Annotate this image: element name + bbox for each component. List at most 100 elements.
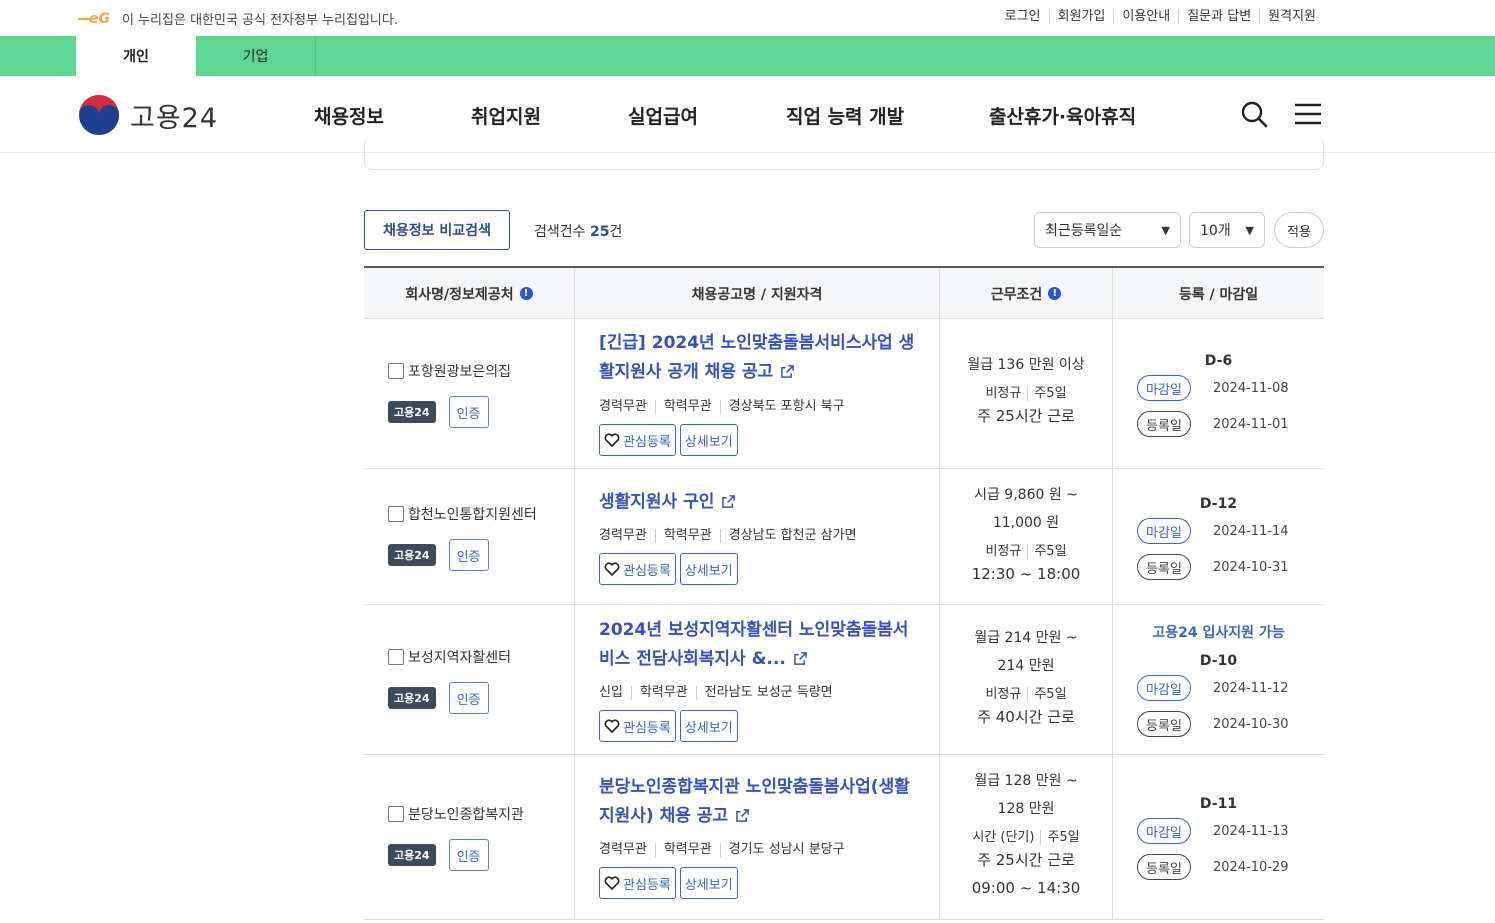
due-date: 2024-11-08	[1213, 380, 1289, 396]
page-size-select[interactable]: 10개 ▼	[1189, 212, 1265, 248]
work-time: 09:00 ~ 14:30	[971, 879, 1081, 897]
work-conditions: 월급 128 만원 ~ 128 만원 시간 (단기) 주5일 주 25시간 근로 …	[940, 767, 1112, 901]
pay-upper: 128 만원	[997, 801, 1055, 817]
brand-logo[interactable]: 고용24	[78, 94, 218, 136]
row-actions: 관심등록 상세보기	[599, 424, 742, 456]
login-link[interactable]: 로그인	[997, 9, 1049, 24]
source-badges: 고용24 인증	[388, 396, 489, 428]
gov-notice-text: 이 누리집은 대한민국 공식 전자정부 누리집입니다.	[122, 12, 398, 28]
util-links: 로그인 회원가입 이용안내 질문과 답변 원격지원	[997, 9, 1324, 24]
result-count-value: 25	[589, 224, 610, 240]
employment-type: 비정규 주5일	[940, 543, 1112, 561]
info-icon[interactable]: !	[519, 287, 533, 300]
table-row: 보성지역자활센터 고용24 인증 2024년 보성지역자활센터 노인맞춤돌봄서 …	[364, 605, 1324, 755]
d-day: D-12	[1199, 496, 1238, 512]
row-checkbox[interactable]	[388, 806, 404, 822]
work-hours: 주 25시간 근로	[977, 851, 1075, 869]
due-date-label: 마감일	[1137, 518, 1191, 544]
table-row: 포항원광보은의집 고용24 인증 [긴급] 2024년 노인맞춤돌봄서비스사업 …	[364, 319, 1324, 469]
work-conditions: 월급 136 만원 이상 비정규 주5일 주 25시간 근로	[940, 351, 1112, 429]
menu-job-info[interactable]: 채용정보	[314, 102, 384, 129]
company-name[interactable]: 합천노인통합지원센터	[388, 504, 537, 524]
due-date-line: 마감일 2024-11-12	[1113, 675, 1324, 701]
pay: 월급 128 만원 ~	[974, 773, 1078, 789]
user-type-bar: 개인 기업	[0, 36, 1495, 76]
sort-select[interactable]: 최근등록일순 ▼	[1034, 212, 1181, 248]
row-checkbox[interactable]	[388, 649, 404, 665]
favorite-button[interactable]: 관심등록	[599, 553, 676, 585]
due-date: 2024-11-14	[1213, 523, 1289, 539]
d-day: D-11	[1199, 796, 1238, 812]
apply-button[interactable]: 적용	[1274, 212, 1324, 248]
guide-link[interactable]: 이용안내	[1113, 9, 1178, 24]
menu-employment-support[interactable]: 취업지원	[471, 102, 541, 129]
due-date-label: 마감일	[1137, 375, 1191, 401]
menu-unemployment-benefit[interactable]: 실업급여	[628, 102, 698, 129]
detail-button[interactable]: 상세보기	[679, 710, 738, 742]
job-title-link[interactable]: 분당노인종합복지관 노인맞춤돌봄사업(생활 지원사) 채용 공고	[599, 773, 919, 831]
job-title-link[interactable]: 2024년 보성지역자활센터 노인맞춤돌봄서 비스 전담사회복지사 &...	[599, 616, 919, 674]
favorite-button[interactable]: 관심등록	[599, 867, 676, 899]
remote-support-link[interactable]: 원격지원	[1259, 9, 1324, 24]
menu-skill-development[interactable]: 직업 능력 개발	[786, 102, 904, 129]
table-row: 분당노인종합복지관 고용24 인증 분당노인종합복지관 노인맞춤돌봄사업(생활 …	[364, 755, 1324, 920]
gov-banner: eG 이 누리집은 대한민국 공식 전자정부 누리집입니다. 로그인 회원가입 …	[0, 0, 1495, 36]
favorite-button[interactable]: 관심등록	[599, 710, 676, 742]
row-checkbox[interactable]	[388, 506, 404, 522]
row-checkbox[interactable]	[388, 363, 404, 379]
row-actions: 관심등록 상세보기	[599, 710, 742, 742]
header-title: 채용공고명 / 지원자격	[575, 268, 940, 319]
date-info: D-12 마감일 2024-11-14 등록일 2024-10-31	[1113, 494, 1324, 590]
cert-badge: 인증	[448, 396, 489, 428]
company-name[interactable]: 분당노인종합복지관	[388, 804, 524, 824]
reg-date-line: 등록일 2024-10-29	[1113, 854, 1324, 880]
menu-parental-leave[interactable]: 출산휴가·육아휴직	[989, 102, 1136, 129]
job-tags: 신입 학력무관 전라남도 보성군 득량면	[599, 686, 841, 700]
chevron-down-icon: ▼	[1245, 223, 1254, 237]
detail-button[interactable]: 상세보기	[679, 553, 738, 585]
taegeuk-emblem-icon	[79, 95, 119, 135]
detail-button[interactable]: 상세보기	[679, 867, 738, 899]
work-hours: 주 40시간 근로	[977, 708, 1075, 726]
work-hours: 주 25시간 근로	[977, 407, 1075, 425]
reg-date: 2024-10-29	[1213, 859, 1289, 875]
table-header: 회사명/정보제공처 ! 채용공고명 / 지원자격 근무조건 ! 등록 / 마감일	[364, 266, 1324, 319]
company-name[interactable]: 포항원광보은의집	[388, 361, 511, 381]
favorite-button[interactable]: 관심등록	[599, 424, 676, 456]
qna-link[interactable]: 질문과 답변	[1178, 9, 1259, 24]
work-conditions: 시급 9,860 원 ~ 11,000 원 비정규 주5일 12:30 ~ 18:…	[940, 481, 1112, 587]
search-icon[interactable]	[1240, 100, 1268, 128]
employment-type: 비정규 주5일	[940, 686, 1112, 704]
tab-personal[interactable]: 개인	[76, 36, 196, 76]
source-badge: 고용24	[388, 544, 436, 566]
header-company: 회사명/정보제공처 !	[364, 268, 575, 319]
reg-date: 2024-10-30	[1213, 716, 1289, 732]
header-dates: 등록 / 마감일	[1178, 286, 1259, 303]
job-title-link[interactable]: [긴급] 2024년 노인맞춤돌봄서비스사업 생 활지원사 공개 채용 공고	[599, 329, 919, 387]
job-title-link[interactable]: 생활지원사 구인	[599, 488, 919, 517]
employment-type: 비정규 주5일	[940, 385, 1112, 403]
info-icon[interactable]: !	[1048, 287, 1062, 300]
company-name[interactable]: 보성지역자활센터	[388, 647, 511, 667]
compare-search-button[interactable]: 채용정보 비교검색	[364, 210, 510, 250]
header-conditions: 근무조건 !	[940, 268, 1113, 319]
cert-badge: 인증	[448, 682, 489, 714]
cert-badge: 인증	[448, 839, 489, 871]
signup-link[interactable]: 회원가입	[1048, 9, 1114, 24]
reg-date: 2024-10-31	[1213, 559, 1289, 575]
heart-icon	[604, 719, 620, 733]
table-row: 합천노인통합지원센터 고용24 인증 생활지원사 구인 경력무관 학력무관 경상…	[364, 469, 1324, 605]
work-conditions: 월급 214 만원 ~ 214 만원 비정규 주5일 주 40시간 근로	[940, 624, 1112, 730]
due-date: 2024-11-12	[1213, 680, 1289, 696]
date-info: D-6 마감일 2024-11-08 등록일 2024-11-01	[1113, 351, 1324, 447]
job-tags: 경력무관 학력무관 경상남도 합천군 삼가면	[599, 529, 865, 543]
due-date: 2024-11-13	[1213, 823, 1289, 839]
source-badges: 고용24 인증	[388, 539, 489, 571]
result-count: 검색건수 25건	[534, 221, 622, 241]
tab-company[interactable]: 기업	[196, 36, 316, 76]
apply-available-note: 고용24 입사지원 가능	[1152, 625, 1285, 641]
hamburger-menu-icon[interactable]	[1294, 102, 1322, 126]
source-badges: 고용24 인증	[388, 682, 489, 714]
detail-button[interactable]: 상세보기	[679, 424, 738, 456]
due-date-label: 마감일	[1137, 675, 1191, 701]
